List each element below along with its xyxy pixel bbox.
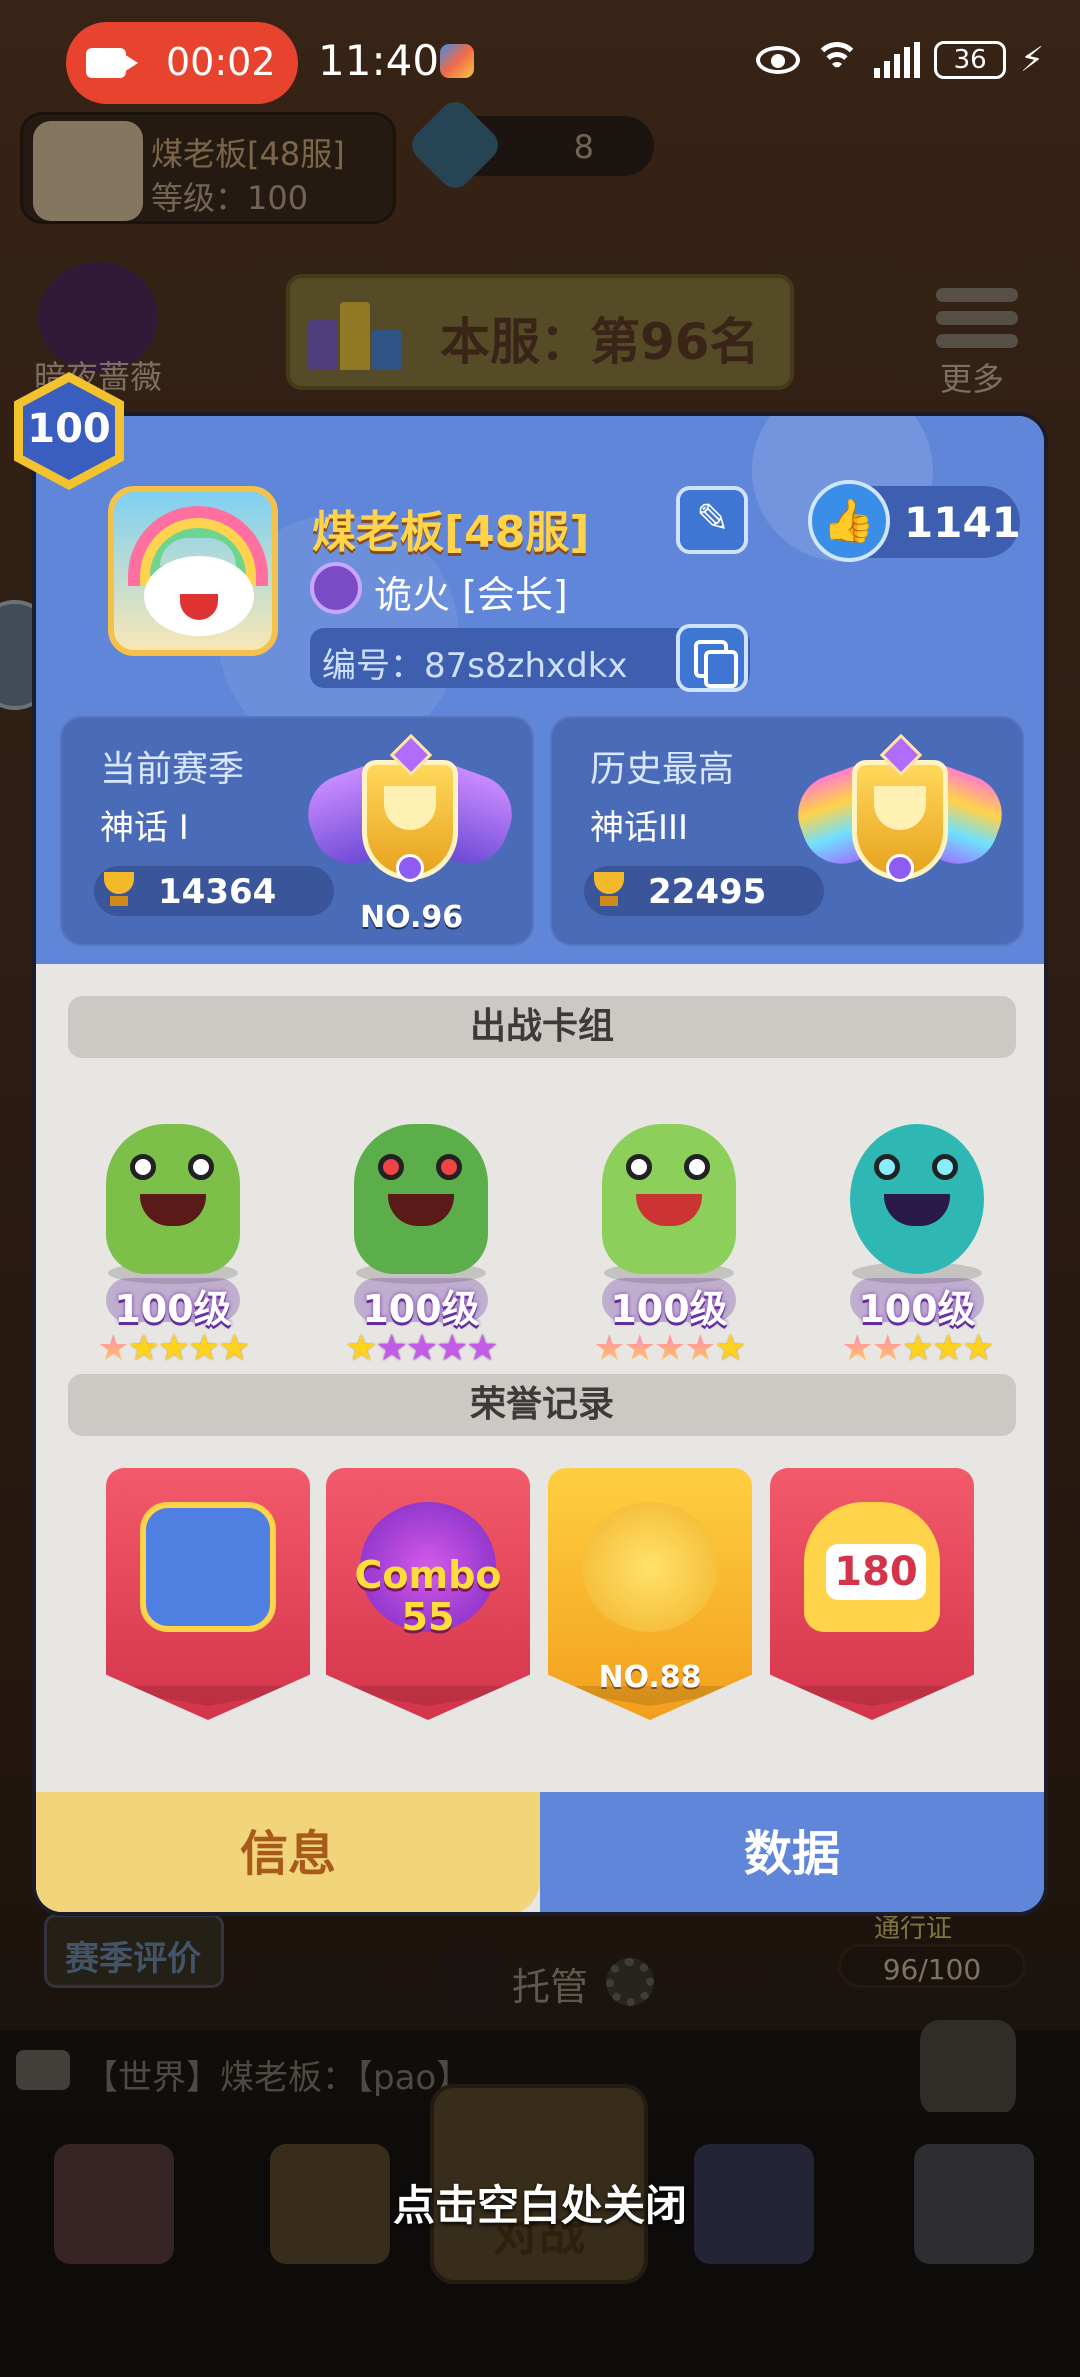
- card-level: 100级: [362, 1287, 480, 1331]
- player-avatar[interactable]: [108, 486, 278, 656]
- copy-id-button[interactable]: [676, 624, 748, 692]
- current-season-tier: 神话 I: [100, 808, 189, 848]
- signal-icon: [874, 42, 921, 78]
- card-stars: ★★★★★: [306, 1328, 536, 1369]
- card-level: 100级: [114, 1287, 232, 1331]
- jester-plant-hero-icon: [584, 1084, 754, 1284]
- like-count: 1141: [904, 498, 1021, 547]
- deck-card[interactable]: 100级 ★★★★★: [306, 1064, 536, 1369]
- combo-text: Combo 55: [354, 1553, 502, 1639]
- system-icons: 36 ⚡: [756, 38, 1044, 82]
- wifi-icon: [814, 40, 861, 80]
- profile-modal: 煤老板[48服] 诡火 [会长] 👍 1141 编号：87s8zhxdkx 当前…: [14, 372, 1048, 1916]
- card-stars: ★★★★★: [802, 1328, 1032, 1369]
- guild-icon: [310, 562, 362, 614]
- mythic-rank-emblem-icon: [297, 733, 523, 910]
- screen-record-pill[interactable]: 00:02: [66, 22, 298, 104]
- honor-badge[interactable]: [106, 1468, 310, 1720]
- cactus-hero-icon: [336, 1084, 506, 1284]
- card-level: 100级: [858, 1287, 976, 1331]
- robot-hero-icon: [832, 1084, 1002, 1284]
- trophy-icon: [100, 872, 138, 908]
- clock: 11:40: [318, 36, 440, 85]
- star-icon: ★: [684, 1328, 716, 1369]
- star-icon: ★: [345, 1328, 377, 1369]
- best-season-tier: 神话III: [590, 808, 689, 848]
- status-bar: 00:02 11:40 36 ⚡: [0, 0, 1080, 112]
- deck-card[interactable]: 100级 ★★★★★: [554, 1064, 784, 1369]
- cloud-face-icon: [144, 556, 254, 636]
- current-rank-no: NO.96: [360, 900, 464, 935]
- player-id: 编号：87s8zhxdkx: [322, 646, 628, 686]
- eye-icon: [756, 46, 801, 74]
- star-icon: ★: [97, 1328, 129, 1369]
- best-trophies: 22495: [648, 872, 767, 912]
- profile-header-panel: 煤老板[48服] 诡火 [会长] 👍 1141 编号：87s8zhxdkx 当前…: [36, 416, 1044, 964]
- player-level-badge: 100: [14, 372, 124, 490]
- card-level: 100级: [610, 1287, 728, 1331]
- star-icon: ★: [127, 1328, 160, 1369]
- guild-name[interactable]: 诡火 [会长]: [374, 564, 568, 619]
- tab-info[interactable]: 信息: [36, 1792, 540, 1912]
- record-time: 00:02: [166, 40, 276, 84]
- current-season-title: 当前赛季: [100, 749, 245, 790]
- close-hint: 点击空白处关闭: [392, 2181, 687, 2230]
- honor-badge[interactable]: NO.88: [548, 1468, 752, 1720]
- star-icon: ★: [932, 1328, 964, 1369]
- thumbs-up-icon: 👍: [808, 480, 890, 562]
- star-icon: ★: [623, 1328, 656, 1369]
- deck-section-header: 出战卡组: [68, 996, 1016, 1058]
- mythic-rank-emblem-icon: [787, 733, 1013, 910]
- honor-badge[interactable]: 180: [770, 1468, 974, 1720]
- star-icon: ★: [901, 1328, 934, 1369]
- current-season-card: 当前赛季 神话 I 14364 NO.96: [60, 716, 534, 946]
- star-icon: ★: [157, 1328, 190, 1369]
- current-trophies: 14364: [158, 872, 277, 912]
- honor-badge[interactable]: Combo 55: [326, 1468, 530, 1720]
- star-icon: ★: [218, 1328, 250, 1369]
- like-button[interactable]: 👍 1141: [808, 480, 1021, 562]
- player-level: 100: [27, 406, 111, 452]
- card-stars: ★★★★★: [58, 1328, 288, 1369]
- star-icon: ★: [375, 1328, 408, 1369]
- best-trophy-pill: 22495: [584, 866, 824, 916]
- deck-card[interactable]: 100级 ★★★★★: [802, 1064, 1032, 1369]
- player-name: 煤老板[48服]: [312, 507, 590, 558]
- orc-hero-icon: [88, 1084, 258, 1284]
- star-icon: ★: [405, 1328, 438, 1369]
- battery-icon: 36: [934, 41, 1007, 79]
- edit-name-button[interactable]: [676, 486, 748, 554]
- star-icon: ★: [466, 1328, 498, 1369]
- cool-duck-icon: [582, 1502, 718, 1632]
- honor-heart-number: 180: [826, 1544, 926, 1600]
- best-season-title: 历史最高: [590, 749, 735, 790]
- star-icon: ★: [714, 1328, 746, 1369]
- star-icon: ★: [653, 1328, 686, 1369]
- charging-icon: ⚡: [1020, 40, 1044, 80]
- video-camera-icon: [86, 48, 138, 78]
- honor-rank-no: NO.88: [598, 1660, 702, 1695]
- best-season-card: 历史最高 神话III 22495: [550, 716, 1024, 946]
- star-icon: ★: [593, 1328, 625, 1369]
- star-icon: ★: [871, 1328, 904, 1369]
- current-trophy-pill: 14364: [94, 866, 334, 916]
- deck-card[interactable]: 100级 ★★★★★: [58, 1064, 288, 1369]
- app-notification-icon: [440, 44, 474, 78]
- profile-modal-body: 煤老板[48服] 诡火 [会长] 👍 1141 编号：87s8zhxdkx 当前…: [36, 416, 1044, 1912]
- flame-shield-icon: [140, 1502, 276, 1632]
- star-icon: ★: [188, 1328, 220, 1369]
- trophy-icon: [590, 872, 628, 908]
- star-icon: ★: [841, 1328, 873, 1369]
- card-stars: ★★★★★: [554, 1328, 784, 1369]
- tab-data[interactable]: 数据: [540, 1792, 1044, 1912]
- honor-section-header: 荣誉记录: [68, 1374, 1016, 1436]
- star-icon: ★: [436, 1328, 468, 1369]
- star-icon: ★: [962, 1328, 994, 1369]
